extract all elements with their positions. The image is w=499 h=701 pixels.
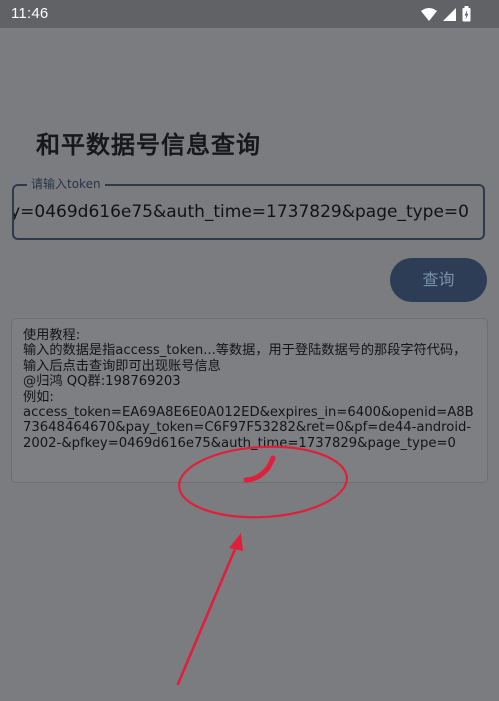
tutorial-example-value: access_token=EA69A8E6E0A012ED&expires_in… (23, 405, 474, 451)
token-input-label: 请输入token (27, 176, 105, 192)
tutorial-contact: @归鸿 QQ群:198769203 (23, 374, 181, 390)
tutorial-example-label: 例如: (23, 389, 54, 405)
query-button[interactable]: 查询 (390, 258, 487, 302)
status-icons (421, 5, 471, 23)
token-input-value[interactable]: access_token=EA69A8E6E0A012ED&expires_in… (14, 202, 483, 222)
status-bar: 11:46 (0, 0, 499, 28)
tutorial-description: 输入的数据是指access_token...等数据，用于登陆数据号的那段字符代码… (23, 343, 467, 374)
status-time: 11:46 (11, 5, 49, 22)
page-title: 和平数据号信息查询 (36, 131, 261, 159)
annotation-arrow-head (229, 533, 243, 551)
signal-icon (443, 7, 456, 21)
annotation-arrow-shaft (176, 540, 240, 686)
tutorial-heading: 使用教程: (23, 328, 81, 343)
token-input[interactable]: 请输入token access_token=EA69A8E6E0A012ED&e… (12, 176, 485, 240)
wifi-icon (421, 7, 437, 21)
tutorial-card: 使用教程: 输入的数据是指access_token...等数据，用于登陆数据号的… (11, 318, 488, 483)
token-input-text: access_token=EA69A8E6E0A012ED&expires_in… (14, 202, 469, 222)
battery-icon (462, 6, 471, 22)
